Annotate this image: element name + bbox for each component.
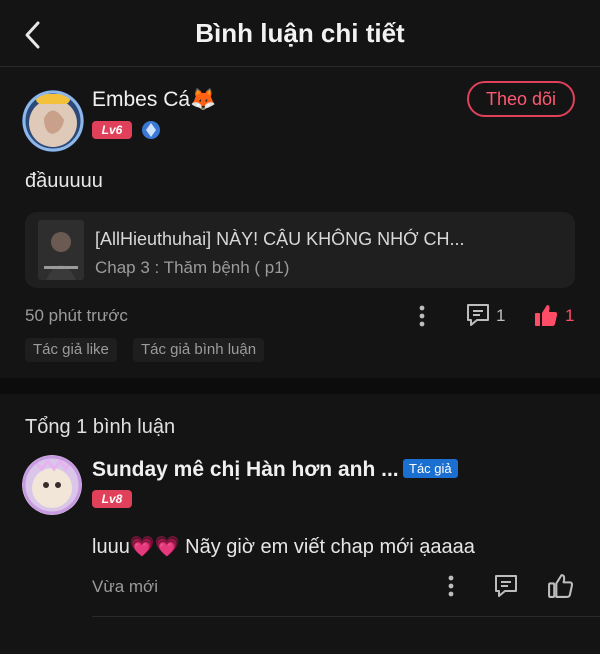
reply-like-icon[interactable] [547,572,574,599]
follow-button[interactable]: Theo dõi [467,81,575,117]
comment-text: đầuuuuu [25,170,103,192]
like-count: 1 [565,306,575,325]
writer-avatar-image [22,90,84,152]
reply-more-options-icon[interactable] [441,573,461,599]
comment-time: 50 phút trước [25,306,128,325]
level-badge: Lv6 [92,121,132,139]
like-icon[interactable] [533,302,559,328]
reply-comment-icon[interactable] [493,573,519,599]
reply-icon[interactable] [465,302,491,328]
more-options-icon[interactable] [412,303,432,329]
comment-author-name[interactable]: Embes Cá🦊 [92,88,216,112]
reply-avatar-image [22,455,82,515]
verified-icon [141,120,161,140]
reply-level-badge: Lv8 [92,490,132,508]
chapter-thumbnail [38,220,84,280]
reply-text: luuu💗💗 Nãy giờ em viết chap mới ạaaaa [92,536,475,558]
reply-author-name[interactable]: Sunday mê chị Hàn hơn anh ... [92,458,399,482]
avatar[interactable] [22,90,84,152]
chapter-title: [AllHieuthuhai] NÀY! CẬU KHÔNG NHỚ CH... [95,229,465,249]
section-separator [0,378,600,394]
reply-divider [92,616,600,617]
total-comments-label: Tổng 1 bình luận [25,416,176,438]
page-title: Bình luận chi tiết [195,18,405,48]
reply-time: Vừa mới [92,577,158,596]
tag-author-like: Tác giả like [25,338,117,362]
chapter-subtitle: Chap 3 : Thăm bệnh ( p1) [95,258,290,277]
author-badge: Tác giả [403,459,458,478]
reply-count: 1 [496,306,506,325]
header-divider [0,66,600,67]
tag-author-comment: Tác giả bình luận [133,338,265,362]
reply-avatar[interactable] [22,455,82,515]
